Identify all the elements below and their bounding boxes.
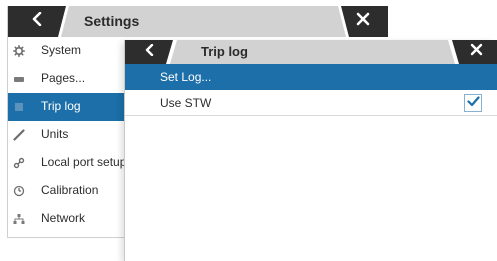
use-stw-checkbox[interactable] <box>464 94 482 112</box>
ruler-icon <box>13 129 25 141</box>
menu-item-pages[interactable]: Pages... <box>8 65 126 93</box>
settings-close-button[interactable] <box>338 6 388 37</box>
calibration-icon <box>13 185 25 197</box>
menu-item-system[interactable]: System <box>8 37 126 65</box>
settings-back-button[interactable] <box>8 6 66 37</box>
trip-log-icon <box>13 101 25 113</box>
set-log-item[interactable]: Set Log... <box>125 64 497 90</box>
trip-log-dialog: Trip log Set Log... Use STW <box>124 40 497 261</box>
port-link-icon <box>13 157 25 169</box>
menu-item-local-port-setup[interactable]: Local port setup <box>8 149 126 177</box>
network-icon <box>13 213 25 225</box>
menu-item-label: Pages... <box>41 71 86 85</box>
menu-item-label: Calibration <box>41 183 99 197</box>
checkmark-icon <box>466 94 480 112</box>
set-log-label: Set Log... <box>160 70 212 84</box>
trip-log-list: Set Log... Use STW <box>125 64 497 116</box>
trip-log-title: Trip log <box>201 44 248 59</box>
settings-header: Settings <box>8 6 388 37</box>
close-icon <box>356 12 370 31</box>
close-icon <box>470 43 483 61</box>
trip-log-back-button[interactable] <box>125 40 173 64</box>
menu-item-units[interactable]: Units <box>8 121 126 149</box>
menu-item-trip-log[interactable]: Trip log <box>8 93 126 121</box>
trip-log-header-bar <box>125 40 497 64</box>
pages-icon <box>13 73 25 85</box>
settings-title: Settings <box>84 13 140 29</box>
menu-item-label: Network <box>41 211 86 225</box>
chevron-left-icon <box>144 43 155 61</box>
trip-log-header: Trip log <box>125 40 497 64</box>
use-stw-label: Use STW <box>160 96 212 110</box>
gear-icon <box>13 45 25 57</box>
trip-log-close-button[interactable] <box>455 40 497 64</box>
use-stw-item[interactable]: Use STW <box>125 90 497 116</box>
chevron-left-icon <box>31 11 43 31</box>
menu-item-label: System <box>41 43 82 57</box>
menu-item-calibration[interactable]: Calibration <box>8 177 126 205</box>
menu-item-label: Local port setup <box>41 155 127 169</box>
menu-item-network[interactable]: Network <box>8 205 126 233</box>
menu-item-label: Units <box>41 127 69 141</box>
menu-item-label: Trip log <box>41 99 81 113</box>
settings-menu: System Pages... Trip log Units Local por… <box>8 37 126 233</box>
